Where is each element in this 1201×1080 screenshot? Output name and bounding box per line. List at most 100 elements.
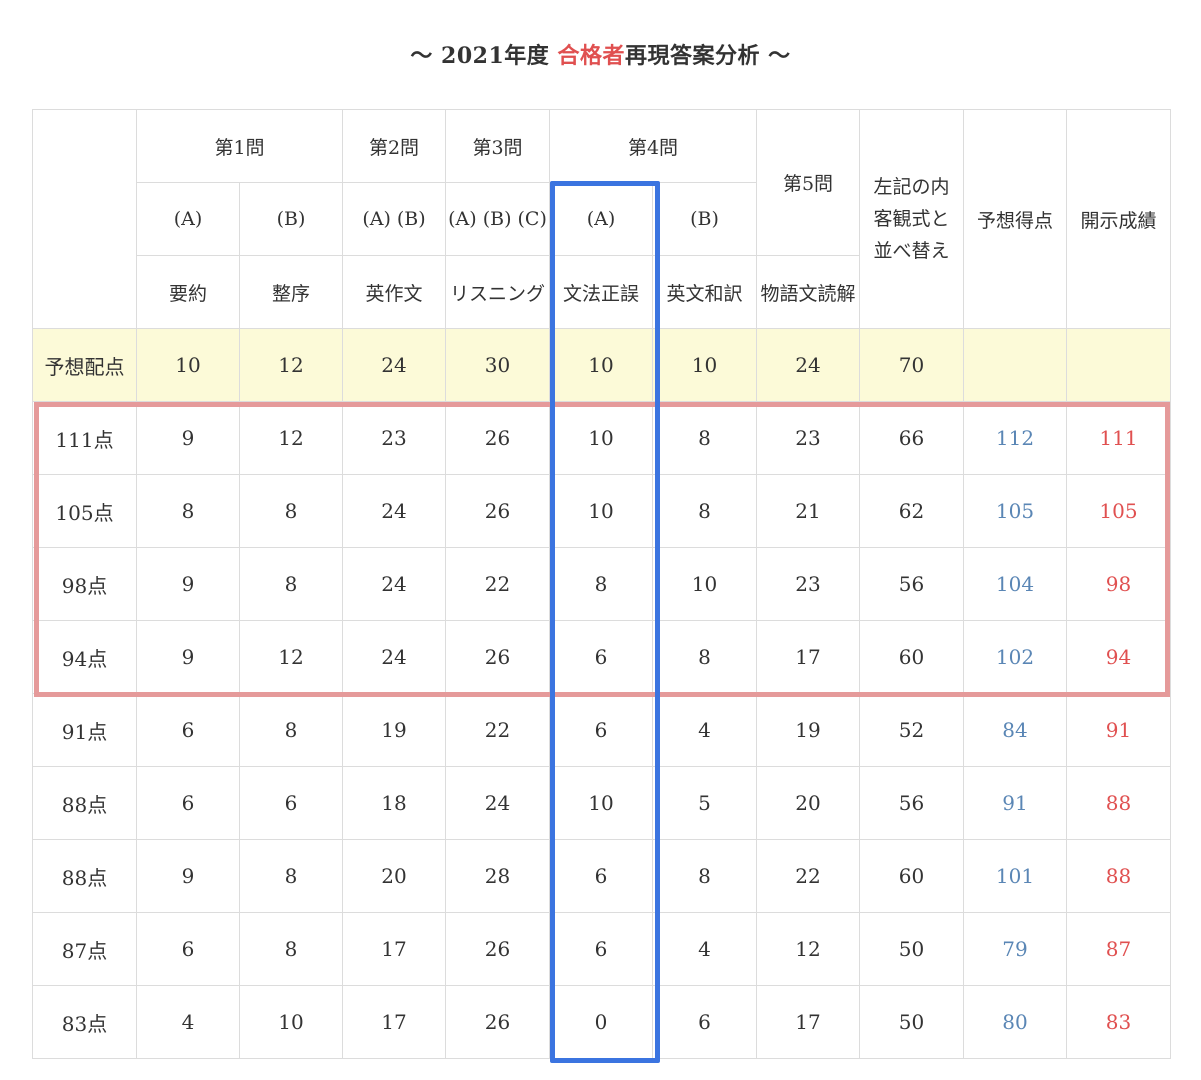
score-cell: 6 xyxy=(549,839,653,913)
table-row: 83点 4 10 17 26 0 6 17 50 80 83 xyxy=(32,985,1171,1059)
score-cell: 22 xyxy=(445,547,550,621)
header-q1b-name: 整序 xyxy=(239,255,343,329)
official-score: 98 xyxy=(1066,547,1171,621)
score-cell: 8 xyxy=(239,474,343,548)
header-q1: 第1問 xyxy=(136,109,343,183)
score-cell: 12 xyxy=(239,620,343,694)
table-row: 94点 9 12 24 26 6 8 17 60 102 94 xyxy=(32,620,1171,694)
table-row: 111点 9 12 23 26 10 8 23 66 112 111 xyxy=(32,401,1171,475)
table-row: 88点 9 8 20 28 6 8 22 60 101 88 xyxy=(32,839,1171,913)
score-cell: 17 xyxy=(342,985,446,1059)
score-cell: 56 xyxy=(859,766,964,840)
score-cell: 60 xyxy=(859,620,964,694)
official-score: 87 xyxy=(1066,912,1171,986)
expected-cell xyxy=(1066,328,1171,402)
table-row: 91点 6 8 19 22 6 4 19 52 84 91 xyxy=(32,693,1171,767)
score-table: 第1問 第2問 第3問 第4問 第5問 左記の内客観式と並べ替え 予想得点 開示… xyxy=(32,109,1171,1059)
predicted-score: 104 xyxy=(963,547,1067,621)
header-official: 開示成績 xyxy=(1066,109,1171,329)
header-q5: 第5問 xyxy=(756,109,860,256)
table-row: 105点 8 8 24 26 10 8 21 62 105 105 xyxy=(32,474,1171,548)
score-cell: 24 xyxy=(342,620,446,694)
header-q3abc: (A) (B) (C) xyxy=(445,182,550,256)
row-label: 88点 xyxy=(32,766,137,840)
header-q3-name: リスニング xyxy=(445,255,550,329)
score-cell: 9 xyxy=(136,620,240,694)
header-q2: 第2問 xyxy=(342,109,446,183)
header-q4: 第4問 xyxy=(549,109,757,183)
table-row: 87点 6 8 17 26 6 4 12 50 79 87 xyxy=(32,912,1171,986)
score-cell: 8 xyxy=(652,401,757,475)
score-cell: 6 xyxy=(136,912,240,986)
predicted-score: 80 xyxy=(963,985,1067,1059)
score-cell: 6 xyxy=(136,766,240,840)
header-q4a: (A) xyxy=(549,182,653,256)
expected-cell: 24 xyxy=(756,328,860,402)
expected-cell: 12 xyxy=(239,328,343,402)
score-cell: 4 xyxy=(136,985,240,1059)
score-cell: 8 xyxy=(136,474,240,548)
score-cell: 4 xyxy=(652,693,757,767)
score-cell: 18 xyxy=(342,766,446,840)
header-q5-name: 物語文読解 xyxy=(756,255,860,329)
score-cell: 24 xyxy=(342,474,446,548)
score-cell: 17 xyxy=(756,985,860,1059)
header-q2ab: (A) (B) xyxy=(342,182,446,256)
score-cell: 17 xyxy=(342,912,446,986)
expected-cell: 10 xyxy=(549,328,653,402)
score-cell: 10 xyxy=(549,401,653,475)
header-objective-sort: 左記の内客観式と並べ替え xyxy=(859,109,964,329)
score-cell: 20 xyxy=(756,766,860,840)
score-cell: 50 xyxy=(859,985,964,1059)
score-cell: 8 xyxy=(239,912,343,986)
row-label: 83点 xyxy=(32,985,137,1059)
score-cell: 52 xyxy=(859,693,964,767)
header-q1a: (A) xyxy=(136,182,240,256)
official-score: 111 xyxy=(1066,401,1171,475)
header-objective-sort-text: 左記の内客観式と並べ替え xyxy=(873,176,950,262)
score-cell: 6 xyxy=(239,766,343,840)
score-cell: 21 xyxy=(756,474,860,548)
expected-cell: 24 xyxy=(342,328,446,402)
row-label: 94点 xyxy=(32,620,137,694)
expected-cell: 10 xyxy=(136,328,240,402)
predicted-score: 101 xyxy=(963,839,1067,913)
expected-cell: 70 xyxy=(859,328,964,402)
row-label: 91点 xyxy=(32,693,137,767)
score-cell: 9 xyxy=(136,839,240,913)
score-cell: 10 xyxy=(549,474,653,548)
predicted-score: 91 xyxy=(963,766,1067,840)
header-corner xyxy=(32,109,137,329)
predicted-score: 105 xyxy=(963,474,1067,548)
score-cell: 8 xyxy=(239,839,343,913)
table-row: 98点 9 8 24 22 8 10 23 56 104 98 xyxy=(32,547,1171,621)
score-cell: 0 xyxy=(549,985,653,1059)
score-cell: 50 xyxy=(859,912,964,986)
title-prefix: 〜 2021年度 xyxy=(410,43,558,69)
expected-cell xyxy=(963,328,1067,402)
row-label: 105点 xyxy=(32,474,137,548)
page-title: 〜 2021年度 合格者再現答案分析 〜 xyxy=(0,38,1201,70)
score-cell: 23 xyxy=(756,547,860,621)
official-score: 91 xyxy=(1066,693,1171,767)
table-row: 88点 6 6 18 24 10 5 20 56 91 88 xyxy=(32,766,1171,840)
score-cell: 10 xyxy=(549,766,653,840)
row-label: 111点 xyxy=(32,401,137,475)
score-cell: 6 xyxy=(549,912,653,986)
score-cell: 19 xyxy=(342,693,446,767)
expected-points-row: 予想配点 10 12 24 30 10 10 24 70 xyxy=(32,328,1171,402)
score-cell: 10 xyxy=(652,547,757,621)
official-score: 88 xyxy=(1066,766,1171,840)
score-cell: 6 xyxy=(549,620,653,694)
predicted-score: 84 xyxy=(963,693,1067,767)
title-suffix: 再現答案分析 〜 xyxy=(624,43,791,69)
score-cell: 8 xyxy=(652,839,757,913)
row-label: 87点 xyxy=(32,912,137,986)
score-cell: 9 xyxy=(136,401,240,475)
header-q4b: (B) xyxy=(652,182,757,256)
header-row-1: 第1問 第2問 第3問 第4問 第5問 左記の内客観式と並べ替え 予想得点 開示… xyxy=(32,109,1171,329)
score-cell: 9 xyxy=(136,547,240,621)
score-cell: 26 xyxy=(445,474,550,548)
score-cell: 62 xyxy=(859,474,964,548)
score-cell: 8 xyxy=(652,474,757,548)
